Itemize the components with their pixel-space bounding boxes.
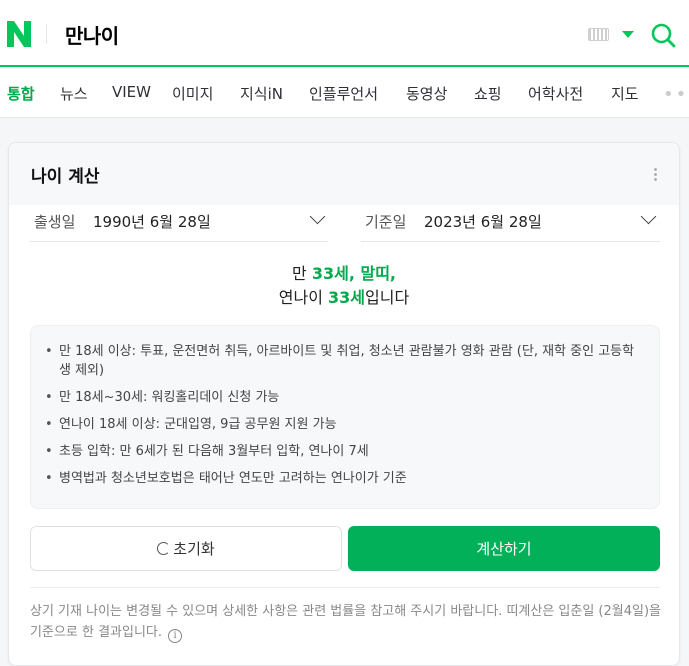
result-line-1: 만 33세, 말띠, [9,262,679,286]
keyboard-icon[interactable] [588,28,609,41]
age-result: 만 33세, 말띠, 연나이 33세입니다 [9,262,679,310]
tab-video[interactable]: 동영상 [406,83,447,104]
birth-date-select[interactable]: 출생일 1990년 6월 28일 [30,203,328,242]
tab-news[interactable]: 뉴스 [60,83,88,104]
tab-map[interactable]: 지도 [611,83,639,104]
search-query[interactable]: 만나이 [65,20,119,49]
note-item: 연나이 18세 이상: 군대입영, 9급 공무원 지원 가능 [45,415,643,434]
birth-date-value: 1990년 6월 28일 [93,213,211,231]
search-header: 만나이 [0,0,689,67]
disclaimer-text: 상기 기재 나이는 변경될 수 있으며 상세한 사항은 관련 법률을 참고해 주… [30,604,662,640]
man-age: 33세 [311,264,349,283]
chevron-down-icon [309,208,326,225]
more-tabs-icon[interactable]: ••• [663,84,689,105]
refresh-icon [157,542,171,555]
kebab-menu-icon[interactable] [654,167,657,181]
tab-images[interactable]: 이미지 [172,83,213,104]
note-item: 초등 입학: 만 6세가 된 다음해 3월부터 입학, 연나이 7세 [45,442,643,461]
divider [30,587,660,588]
naver-logo[interactable] [5,19,33,49]
base-date-select[interactable]: 기준일 2023년 6월 28일 [361,203,660,242]
result-separator: , [348,264,361,283]
year-age: 33세 [328,288,366,307]
tab-shopping[interactable]: 쇼핑 [474,83,502,104]
reset-button[interactable]: 초기화 [30,526,342,571]
result-line-2: 연나이 33세입니다 [9,286,679,310]
reset-label: 초기화 [173,540,215,558]
tab-dictionary[interactable]: 어학사전 [528,83,583,104]
result-suffix: 입니다 [365,288,410,307]
calculate-label: 계산하기 [476,540,532,558]
birth-date-label: 출생일 [34,213,76,231]
year-age-prefix: 연나이 [278,288,329,307]
info-icon[interactable]: i [168,629,183,643]
calculate-button[interactable]: 계산하기 [348,526,660,571]
result-prefix: 만 [292,264,312,283]
base-date-value: 2023년 6월 28일 [424,213,542,231]
search-icon[interactable] [650,22,676,48]
tab-integrated[interactable]: 통합 [7,83,35,104]
age-notes-box: 만 18세 이상: 투표, 운전면허 취득, 아르바이트 및 취업, 청소년 관… [30,325,660,509]
note-item: 병역법과 청소년보호법은 태어난 연도만 고려하는 연나이가 기준 [45,469,643,488]
note-item: 만 18세 이상: 투표, 운전면허 취득, 아르바이트 및 취업, 청소년 관… [45,342,643,380]
tab-influencer[interactable]: 인플루언서 [309,83,378,104]
zodiac: 말띠 [360,264,390,283]
disclaimer: 상기 기재 나이는 변경될 수 있으며 상세한 사항은 관련 법률을 참고해 주… [30,601,666,643]
card-header: 나이 계산 [9,143,679,205]
card-title: 나이 계산 [31,167,100,187]
chevron-down-icon [640,208,657,225]
note-item: 만 18세~30세: 워킹홀리데이 신청 가능 [45,388,643,407]
age-calculator-card: 나이 계산 출생일 1990년 6월 28일 기준일 2023년 6월 28일 … [8,142,680,666]
logo-divider [46,24,47,44]
tab-view[interactable]: VIEW [112,83,151,101]
search-tabs: 통합 뉴스 VIEW 이미지 지식iN 인플루언서 동영상 쇼핑 어학사전 지도… [0,68,689,118]
result-comma: , [389,264,396,283]
dropdown-arrow-icon[interactable] [622,31,634,38]
base-date-label: 기준일 [365,213,407,231]
tab-kin[interactable]: 지식iN [240,83,283,104]
